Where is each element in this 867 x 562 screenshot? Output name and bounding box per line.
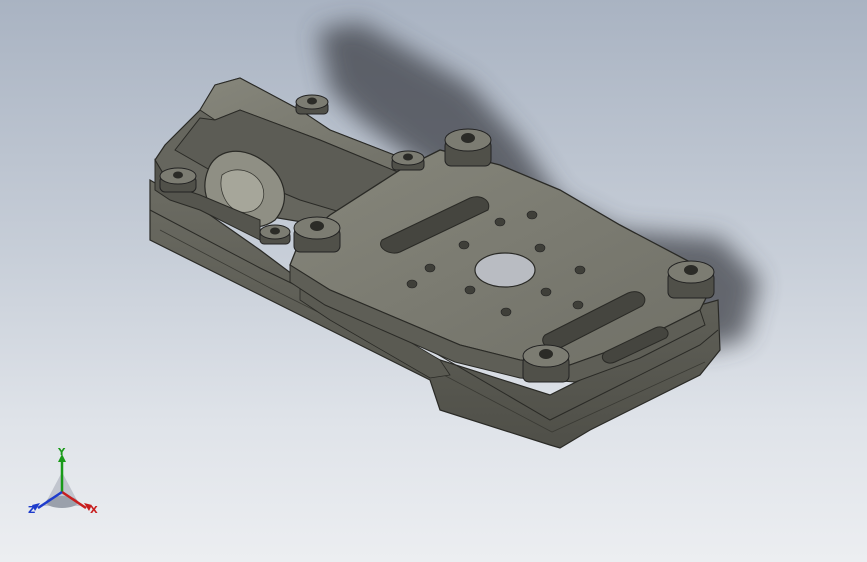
graphics-viewport[interactable]: Y X Z xyxy=(0,0,867,562)
screw-8 xyxy=(259,224,291,245)
screw-2 xyxy=(667,260,715,299)
screw-5 xyxy=(159,167,197,193)
triad-z-label: Z xyxy=(28,505,36,516)
screw-6 xyxy=(295,94,329,115)
triad-x-label: X xyxy=(90,505,98,516)
screw-4 xyxy=(293,216,341,253)
triad-icon xyxy=(32,454,92,511)
3d-model[interactable] xyxy=(0,0,867,562)
screw-3 xyxy=(522,344,570,383)
screw-7 xyxy=(391,150,425,171)
triad-y-label: Y xyxy=(58,447,66,458)
center-hole xyxy=(474,252,536,288)
reference-triad[interactable]: Y X Z xyxy=(22,448,108,528)
screw-1 xyxy=(444,128,492,167)
